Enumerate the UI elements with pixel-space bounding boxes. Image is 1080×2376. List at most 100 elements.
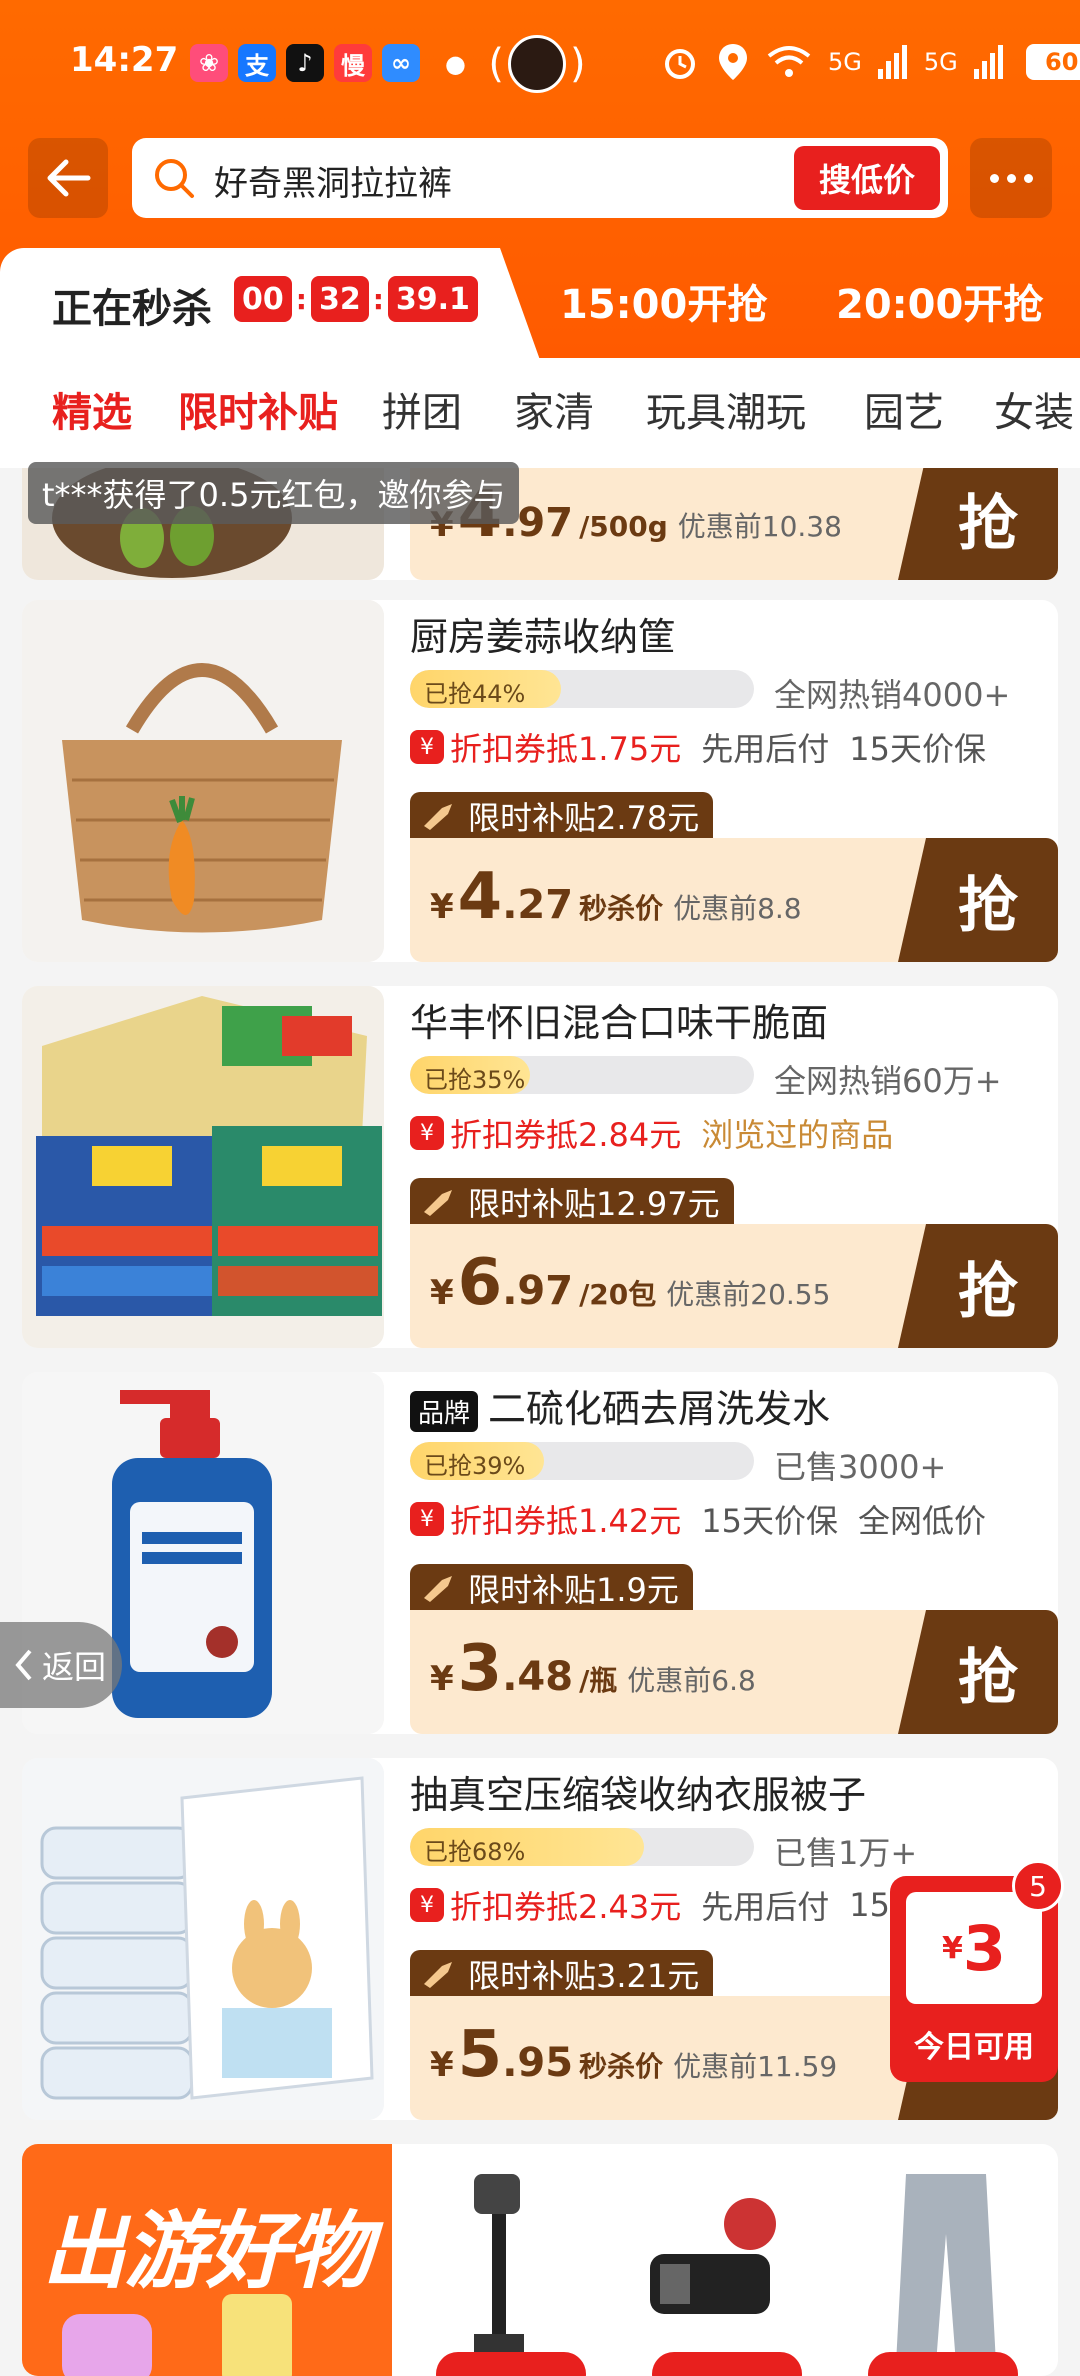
service-tag: 全网低价 [858, 1502, 987, 1540]
product-title: 厨房姜蒜收纳筐 [410, 615, 677, 659]
sold-progress-label: 已抢68% [424, 1838, 526, 1866]
subsidy-badge: 限时补贴2.78元 [410, 792, 714, 840]
arrow-left-icon [47, 159, 91, 197]
coupon-tag: 折扣券抵1.75元 [450, 730, 682, 768]
product-title: 抽真空压缩袋收纳衣服被子 [410, 1773, 867, 1817]
banner-title: 出游好物 [42, 2202, 372, 2300]
wifi-icon [767, 46, 811, 77]
tab-group-buy[interactable]: 拼团 [382, 380, 462, 438]
service-tag: 先用后付 [701, 1888, 830, 1926]
subsidy-icon [424, 1962, 452, 1988]
status-bar: 14:27 ❀ 支 ♪ 慢 ∞ ● () 5G 5G 60 [0, 30, 1080, 100]
coupon-icon: ¥ [410, 1502, 444, 1536]
app-icon: 慢 [334, 44, 372, 82]
live-avatar: () [487, 32, 587, 96]
tab-womens-clothing[interactable]: 女装 [994, 380, 1074, 438]
search-low-price-button[interactable]: 搜低价 [794, 146, 940, 210]
tab-featured[interactable]: 精选 [52, 380, 132, 438]
promo-banner[interactable]: 出游好物 [22, 2144, 1058, 2376]
signal-icon [973, 45, 1003, 79]
brand-tag: 品牌 [410, 1391, 479, 1432]
product-title: 华丰怀旧混合口味干脆面 [410, 1001, 829, 1045]
alipay-icon: 支 [238, 44, 276, 82]
price: ¥5.95 秒杀价 优惠前11.59 [430, 2018, 838, 2092]
tab-toys[interactable]: 玩具潮玩 [646, 380, 806, 438]
tab-gardening[interactable]: 园艺 [864, 380, 944, 438]
app-icon: ❀ [190, 44, 228, 82]
banner-product-pants[interactable] [846, 2144, 1036, 2376]
subsidy-badge: 限时补贴3.21元 [410, 1950, 714, 1998]
price-box: ¥3.48/瓶 优惠前6.8 抢 [410, 1610, 1058, 1734]
search-input[interactable]: 好奇黑洞拉拉裤 搜低价 [132, 138, 948, 218]
subsidy-icon [424, 1576, 452, 1602]
grab-button[interactable]: 抢 [898, 838, 1058, 962]
sold-progress-bar: 已抢39% [410, 1442, 754, 1480]
coupon-tag: 折扣券抵2.43元 [450, 1888, 682, 1926]
session-tab-1500[interactable]: 15:00开抢 [560, 272, 767, 330]
banner-product-stabilizer[interactable] [414, 2144, 604, 2376]
grab-button[interactable]: 抢 [898, 1610, 1058, 1734]
sold-progress-bar: 已抢35% [410, 1056, 754, 1094]
sold-progress-label: 已抢35% [424, 1066, 526, 1094]
sales-count: 已售3000+ [774, 1448, 947, 1486]
session-tab-2000[interactable]: 20:00开抢 [836, 272, 1043, 330]
coupon-count-badge: 5 [1012, 1860, 1064, 1912]
coupon-icon: ¥ [410, 1116, 444, 1150]
back-button[interactable] [28, 138, 108, 218]
return-button[interactable]: 返回 [0, 1622, 122, 1708]
grab-button[interactable]: 抢 [898, 468, 1058, 580]
subsidy-badge: 限时补贴1.9元 [410, 1564, 693, 1612]
price-box: ¥4.27 秒杀价 优惠前8.8 抢 [410, 838, 1058, 962]
tab-limited-subsidy[interactable]: 限时补贴 [178, 380, 338, 438]
sold-progress-label: 已抢44% [424, 680, 526, 708]
countdown-timer: 00 : 32 : 39.1 [234, 276, 478, 322]
tab-home-cleaning[interactable]: 家清 [514, 380, 594, 438]
more-button[interactable] [970, 138, 1052, 218]
tags-row: ¥ 折扣券抵1.75元 先用后付 15天价保 [410, 724, 1006, 770]
coupon-tag: 折扣券抵2.84元 [450, 1116, 682, 1154]
chevron-left-icon [15, 1649, 32, 1681]
compression-bag-image [22, 1758, 384, 2120]
subsidy-icon [424, 1190, 452, 1216]
sold-progress-label: 已抢39% [424, 1452, 526, 1480]
location-icon [719, 44, 747, 80]
network-label: 5G [828, 48, 862, 76]
product-list: ¥4.97/500g优惠前10.38 抢 厨房姜蒜收纳筐 已抢44% 全网热销4… [0, 468, 1080, 2376]
status-icons: 5G 5G 60 [660, 42, 1080, 82]
price: ¥6.97/20包 优惠前20.55 [430, 1246, 831, 1320]
search-query: 好奇黑洞拉拉裤 [214, 164, 452, 204]
network-label: 5G [923, 48, 958, 76]
grab-button[interactable]: 抢 [898, 1224, 1058, 1348]
banner-product-bike-light[interactable] [630, 2144, 820, 2376]
banner-title-panel: 出游好物 [22, 2144, 392, 2376]
product-image [22, 600, 384, 962]
price: ¥3.48/瓶 优惠前6.8 [430, 1632, 756, 1706]
countdown-seconds: 39.1 [387, 276, 478, 322]
sales-count: 全网热销4000+ [774, 676, 1011, 714]
status-app-icons: ❀ 支 ♪ 慢 ∞ [190, 44, 420, 82]
douyin-icon: ♪ [286, 44, 324, 82]
product-card[interactable]: 品牌 二硫化硒去屑洗发水 已抢39% 已售3000+ ¥ 折扣券抵1.42元 15… [22, 1372, 1058, 1734]
subsidy-badge: 限时补贴12.97元 [410, 1178, 734, 1226]
subsidy-icon [424, 804, 452, 830]
category-tabs: 精选 限时补贴 拼团 家清 玩具潮玩 园艺 女装 [0, 358, 1080, 468]
coupon-icon: ¥ [410, 730, 444, 764]
search-icon [155, 159, 194, 198]
tags-row: ¥ 折扣券抵2.43元 先用后付 15 [410, 1882, 910, 1928]
product-image [22, 1758, 384, 2120]
search-row: 好奇黑洞拉拉裤 搜低价 [0, 138, 1080, 220]
countdown-hours: 00 [234, 276, 292, 322]
service-tag: 15天价保 [701, 1502, 838, 1540]
noodle-box-image [22, 986, 384, 1348]
coupon-label: 今日可用 [914, 2030, 1034, 2065]
dot-icon: ● [445, 50, 466, 78]
product-card[interactable]: 厨房姜蒜收纳筐 已抢44% 全网热销4000+ ¥ 折扣券抵1.75元 先用后付… [22, 600, 1058, 962]
service-tag: 15 [849, 1886, 890, 1924]
status-time: 14:27 [70, 40, 179, 80]
countdown-minutes: 32 [310, 276, 369, 322]
product-title: 品牌 二硫化硒去屑洗发水 [410, 1378, 830, 1433]
price: ¥4.27 秒杀价 优惠前8.8 [430, 860, 802, 934]
product-card[interactable]: 华丰怀旧混合口味干脆面 已抢35% 全网热销60万+ ¥ 折扣券抵2.84元 浏… [22, 986, 1058, 1348]
cloud-icon: ∞ [382, 44, 420, 82]
session-active-label: 正在秒杀 [52, 286, 212, 332]
